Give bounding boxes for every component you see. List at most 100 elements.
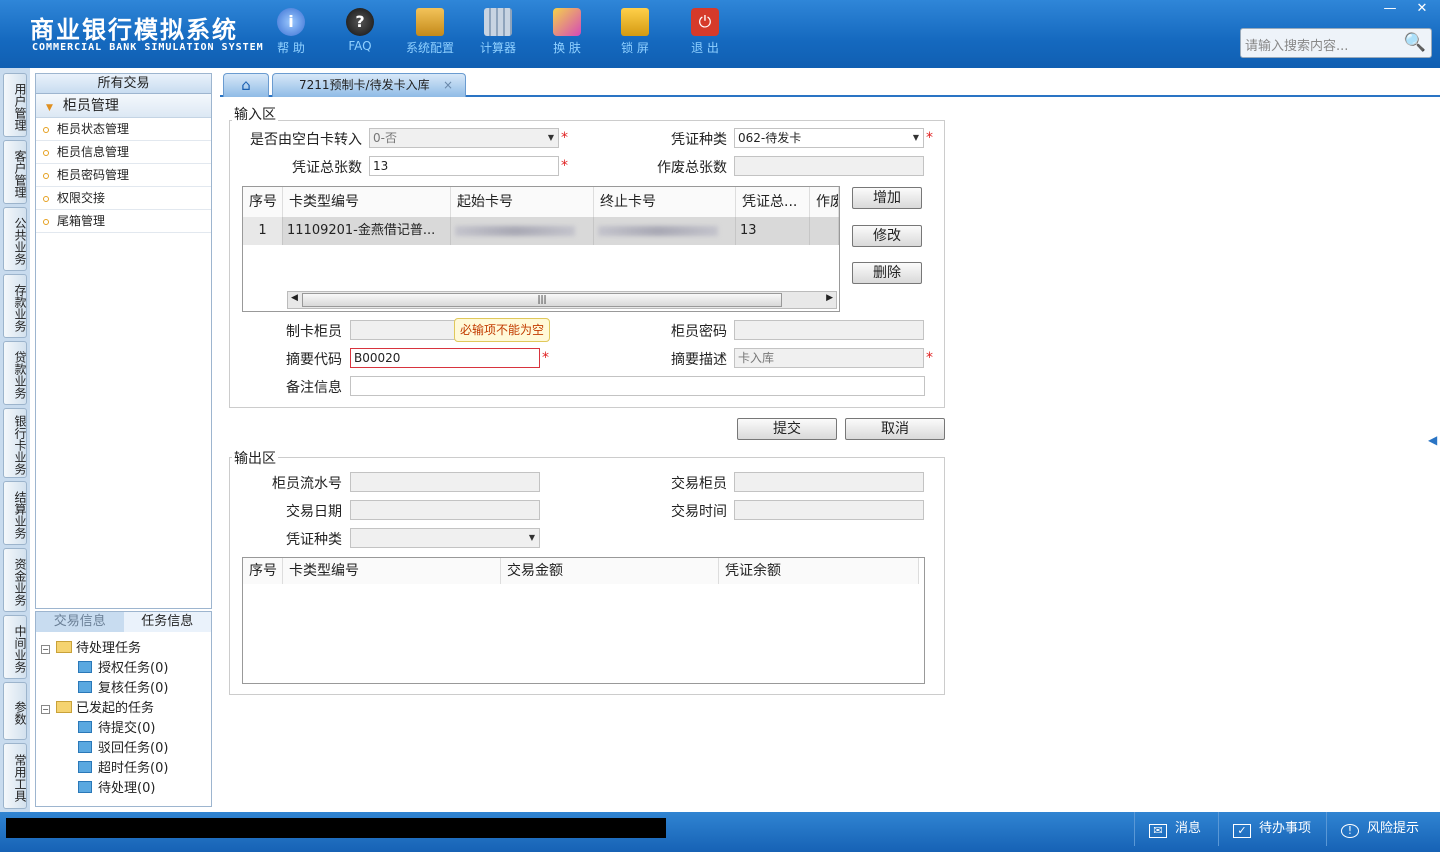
search-icon[interactable]: 🔍 [1404, 32, 1426, 53]
calculator-icon [484, 8, 512, 36]
collapse-icon[interactable]: − [41, 645, 50, 654]
status-message-area [6, 818, 666, 838]
power-icon: ⏻ [691, 8, 719, 36]
remark-input[interactable] [350, 376, 925, 396]
add-button[interactable]: 增加 [852, 187, 922, 209]
search-input[interactable]: 请输入搜索内容... 🔍 [1240, 28, 1432, 58]
minimize-button[interactable]: — [1375, 0, 1405, 18]
vtab-customer-management[interactable]: 客户管理 [3, 140, 27, 204]
bullet-icon [43, 127, 49, 133]
tree-timeout[interactable]: 超时任务(0) [78, 757, 168, 776]
teller-output [734, 472, 924, 492]
teller-label: 交易柜员 [671, 476, 727, 492]
tree-initiated-tasks[interactable]: − 已发起的任务 [41, 697, 154, 716]
collapse-right-icon[interactable]: ◀ [1428, 420, 1440, 460]
sidebar-item-cashbox[interactable]: 尾箱管理 [36, 210, 211, 233]
total-input[interactable]: 13 [369, 156, 559, 176]
table-row[interactable] [451, 217, 594, 245]
password-input[interactable] [734, 320, 924, 340]
table-row[interactable]: 1 [243, 217, 283, 245]
summary-code-input[interactable]: B00020 [350, 348, 540, 368]
tree-rejected[interactable]: 驳回任务(0) [78, 737, 168, 756]
cancel-button[interactable]: 取消 [845, 418, 945, 440]
required-icon: * [561, 130, 568, 146]
messages-button[interactable]: ✉ 消息 [1134, 812, 1226, 846]
file-icon [78, 741, 92, 753]
close-window-button[interactable]: ✕ [1407, 0, 1437, 18]
tree-review-tasks[interactable]: 复核任务(0) [78, 677, 168, 696]
vtab-deposit[interactable]: 存款业务 [3, 274, 27, 338]
grid-header: 凭证总... [736, 187, 810, 217]
tree-auth-tasks[interactable]: 授权任务(0) [78, 657, 168, 676]
output-grid: 序号 卡类型编号 交易金额 凭证余额 [242, 557, 925, 684]
time-output [734, 500, 924, 520]
start-card-redacted [455, 225, 575, 236]
submit-button[interactable]: 提交 [737, 418, 837, 440]
left-vertical-tabs: 用户管理 客户管理 公共业务 存款业务 贷款业务 银行卡业务 结算业务 资金业务… [0, 68, 30, 812]
required-icon: * [926, 350, 933, 366]
sidebar: 所有交易 ▼ 柜员管理 柜员状态管理 柜员信息管理 柜员密码管理 权限交接 尾箱管… [35, 73, 212, 609]
scrollbar-thumb[interactable]: ||| [302, 293, 782, 307]
sidebar-item-password[interactable]: 柜员密码管理 [36, 164, 211, 187]
home-tab[interactable]: ⌂ [223, 73, 269, 97]
skin-button[interactable]: 换 肤 [542, 8, 592, 56]
sidebar-item-handover[interactable]: 权限交接 [36, 187, 211, 210]
blank-card-select[interactable]: 0-否 ▼ [369, 128, 559, 148]
collapse-icon[interactable]: − [41, 705, 50, 714]
sidebar-item-status[interactable]: 柜员状态管理 [36, 118, 211, 141]
vtab-loan[interactable]: 贷款业务 [3, 341, 27, 405]
chevron-down-icon: ▼ [528, 533, 535, 542]
scroll-left-icon[interactable]: ◀ [291, 293, 298, 303]
card-grid: 序号 卡类型编号 起始卡号 终止卡号 凭证总... 作废 1 11109201-… [242, 186, 840, 312]
summary-desc-input[interactable]: 卡入库 [734, 348, 924, 368]
voucher-type-select[interactable]: 062-待发卡 ▼ [734, 128, 924, 148]
maker-label: 制卡柜员 [286, 324, 342, 340]
scroll-right-icon[interactable]: ▶ [826, 293, 833, 303]
app-header: 商业银行模拟系统 COMMERCIAL BANK SIMULATION SYST… [0, 0, 1440, 68]
table-row[interactable] [810, 217, 839, 245]
serial-output [350, 472, 540, 492]
faq-button[interactable]: ? FAQ [335, 8, 385, 53]
lock-screen-button[interactable]: 锁 屏 [610, 8, 660, 56]
tree-pending-tasks[interactable]: − 待处理任务 [41, 637, 141, 656]
sidebar-header: 所有交易 [36, 74, 211, 94]
horizontal-scrollbar[interactable]: ||| ◀ ▶ [287, 291, 837, 309]
table-row[interactable]: 13 [736, 217, 810, 245]
void-total-input[interactable] [734, 156, 924, 176]
grid-header: 序号 [243, 558, 283, 584]
output-voucher-select[interactable]: ▼ [350, 528, 540, 548]
sidebar-group-teller[interactable]: ▼ 柜员管理 [36, 94, 211, 118]
calculator-button[interactable]: 计算器 [473, 8, 523, 56]
bullet-icon [43, 173, 49, 179]
tree-to-process[interactable]: 待处理(0) [78, 777, 155, 796]
tree-to-submit[interactable]: 待提交(0) [78, 717, 155, 736]
system-config-button[interactable]: 系统配置 [405, 8, 455, 56]
vtab-user-management[interactable]: 用户管理 [3, 73, 27, 137]
file-icon [78, 721, 92, 733]
vtab-public-business[interactable]: 公共业务 [3, 207, 27, 271]
tab-task-info[interactable]: 任务信息 [123, 612, 211, 632]
output-legend: 输出区 [232, 448, 278, 468]
todo-button[interactable]: ✓ 待办事项 [1218, 812, 1326, 846]
exit-button[interactable]: ⏻ 退 出 [680, 8, 730, 56]
tab-close-icon[interactable]: × [443, 74, 453, 96]
tab-transaction-info[interactable]: 交易信息 [36, 612, 124, 632]
risk-button[interactable]: ! 风险提示 [1326, 812, 1440, 846]
vtab-fund[interactable]: 资金业务 [3, 548, 27, 612]
edit-button[interactable]: 修改 [852, 225, 922, 247]
help-button[interactable]: i帮 助 [266, 8, 316, 56]
file-icon [78, 681, 92, 693]
vtab-intermediary[interactable]: 中间业务 [3, 615, 27, 679]
vtab-common-tools[interactable]: 常用工具 [3, 743, 27, 809]
date-label: 交易日期 [286, 504, 342, 520]
output-voucher-label: 凭证种类 [286, 532, 342, 548]
table-row[interactable]: 11109201-金燕借记普... [283, 217, 451, 245]
vtab-settlement[interactable]: 结算业务 [3, 481, 27, 545]
vtab-bank-card[interactable]: 银行卡业务 [3, 408, 27, 478]
table-row[interactable] [594, 217, 736, 245]
delete-button[interactable]: 删除 [852, 262, 922, 284]
mail-icon: ✉ [1149, 824, 1167, 838]
tab-7211[interactable]: 7211预制卡/待发卡入库 × [272, 73, 466, 97]
vtab-parameters[interactable]: 参数 [3, 682, 27, 740]
sidebar-item-info[interactable]: 柜员信息管理 [36, 141, 211, 164]
